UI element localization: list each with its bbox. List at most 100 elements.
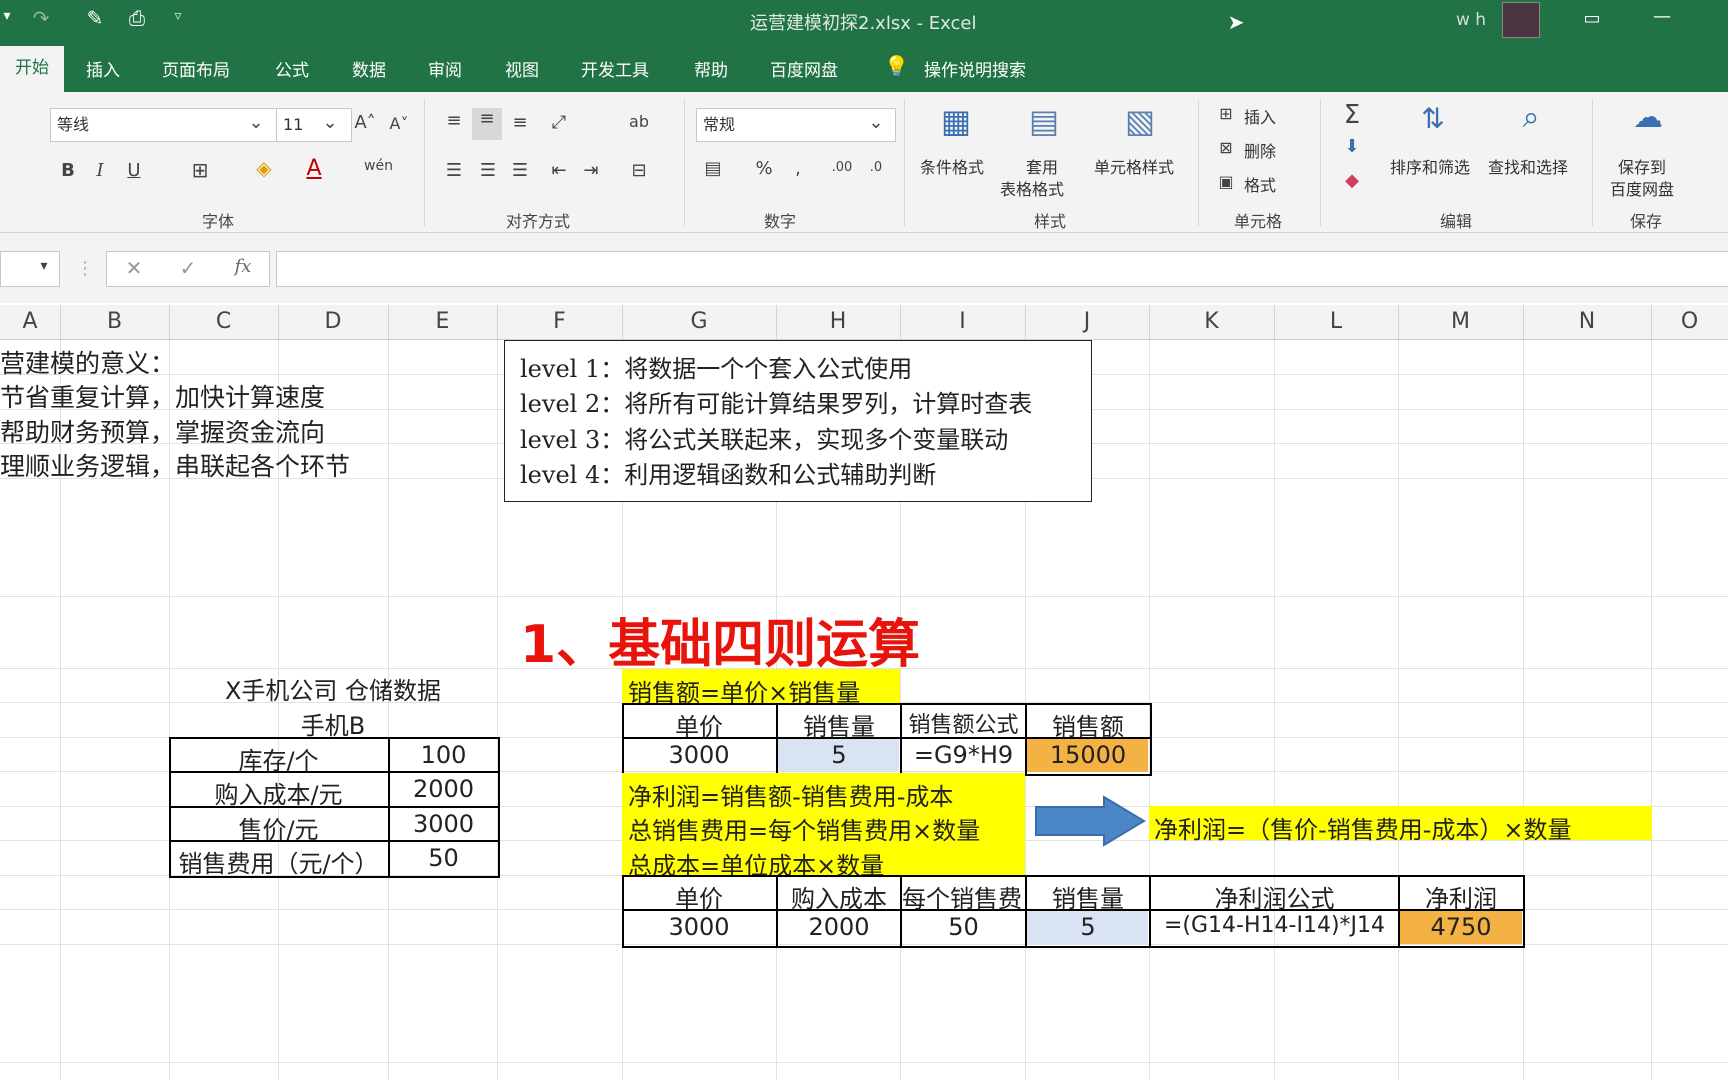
format-cells-button[interactable]: 格式: [1244, 172, 1276, 196]
percent-icon[interactable]: %: [754, 158, 774, 179]
profit-header[interactable]: 购入成本: [778, 879, 900, 911]
autosum-icon[interactable]: Σ: [1338, 100, 1366, 130]
sales-formula-cell[interactable]: =G9*H9: [902, 741, 1025, 773]
cancel-icon[interactable]: ✕: [122, 256, 146, 280]
align-top-icon[interactable]: ≡: [442, 110, 466, 131]
tell-me-search[interactable]: 操作说明搜索: [924, 56, 1026, 81]
delete-cells-button[interactable]: 删除: [1244, 138, 1276, 162]
column-header-b[interactable]: B: [60, 305, 170, 339]
tab-baidu[interactable]: 百度网盘: [770, 56, 838, 81]
profit-cell[interactable]: 3000: [622, 913, 776, 945]
find-select-icon[interactable]: ⌕: [1508, 100, 1554, 135]
formula-input[interactable]: [276, 251, 1728, 287]
table-format-icon[interactable]: ▤: [1022, 102, 1066, 146]
profit-quantity-input[interactable]: 5: [1027, 913, 1149, 945]
column-header-d[interactable]: D: [278, 305, 389, 339]
table-format-label-1[interactable]: 套用: [1026, 154, 1058, 178]
chevron-down-icon[interactable]: ⌄: [246, 112, 266, 133]
baidu-cloud-icon[interactable]: ☁: [1626, 100, 1670, 135]
fill-icon[interactable]: ⬇: [1338, 136, 1366, 157]
chevron-down-icon[interactable]: ▾: [36, 258, 52, 274]
warehouse-value[interactable]: 3000: [390, 810, 497, 842]
cell-styles-icon[interactable]: ▧: [1118, 102, 1162, 146]
column-header-i[interactable]: I: [900, 305, 1026, 339]
tab-insert[interactable]: 插入: [86, 56, 120, 81]
quick-access-dropdown-icon[interactable]: ▾: [0, 8, 14, 24]
insert-cells-icon[interactable]: ⊞: [1214, 104, 1238, 123]
enter-icon[interactable]: ✓: [176, 256, 200, 280]
tab-data[interactable]: 数据: [352, 56, 386, 81]
tab-view[interactable]: 视图: [505, 56, 539, 81]
warehouse-subtitle[interactable]: 手机B: [169, 706, 497, 738]
customize-qat-icon[interactable]: ▿: [168, 8, 188, 24]
redo-icon[interactable]: ↷: [26, 6, 56, 30]
section-title[interactable]: 1、基础四则运算: [520, 602, 920, 677]
format-cells-icon[interactable]: ▣: [1214, 172, 1238, 191]
print-preview-icon[interactable]: ⎙: [122, 6, 152, 30]
align-center-icon[interactable]: ☰: [476, 160, 500, 181]
column-header-h[interactable]: H: [776, 305, 901, 339]
profit-header[interactable]: 净利润公式: [1151, 879, 1398, 911]
increase-font-icon[interactable]: A˄: [354, 112, 376, 133]
profit-note[interactable]: 净利润=销售额-销售费用-成本: [628, 777, 953, 812]
warehouse-label[interactable]: 库存/个: [169, 741, 388, 773]
tab-formulas[interactable]: 公式: [275, 56, 309, 81]
italic-icon[interactable]: I: [90, 160, 110, 181]
align-right-icon[interactable]: ☰: [508, 160, 532, 181]
decrease-indent-icon[interactable]: ⇤: [546, 160, 572, 181]
profit-cell[interactable]: 50: [902, 913, 1025, 945]
profit-header[interactable]: 净利润: [1400, 879, 1522, 911]
warehouse-value[interactable]: 2000: [390, 775, 497, 807]
bold-icon[interactable]: B: [58, 160, 78, 181]
column-header-m[interactable]: M: [1398, 305, 1524, 339]
decrease-font-icon[interactable]: A˅: [388, 114, 410, 133]
wrap-text-icon[interactable]: ab: [626, 112, 652, 131]
intro-line[interactable]: 帮助财务预算，掌握资金流向: [0, 413, 325, 449]
chevron-down-icon[interactable]: ⌄: [866, 112, 886, 133]
tab-developer[interactable]: 开发工具: [581, 56, 649, 81]
clear-icon[interactable]: ◆: [1338, 170, 1366, 191]
warehouse-value[interactable]: 100: [390, 741, 497, 773]
comma-style-icon[interactable]: ,: [788, 158, 808, 179]
intro-line[interactable]: 节省重复计算，加快计算速度: [0, 378, 325, 414]
column-header-e[interactable]: E: [388, 305, 498, 339]
profit-cell[interactable]: 2000: [778, 913, 900, 945]
phonetic-icon[interactable]: wén: [364, 158, 393, 174]
decrease-decimal-icon[interactable]: .0: [862, 160, 890, 175]
sales-result-cell[interactable]: 15000: [1027, 741, 1149, 773]
column-header-l[interactable]: L: [1274, 305, 1399, 339]
insert-function-icon[interactable]: fx: [230, 256, 256, 277]
profit-result-cell[interactable]: 4750: [1400, 913, 1522, 945]
tab-help[interactable]: 帮助: [694, 56, 728, 81]
tab-review[interactable]: 审阅: [428, 56, 462, 81]
profit-header[interactable]: 销售量: [1027, 879, 1149, 911]
column-header-n[interactable]: N: [1523, 305, 1652, 339]
font-size-select[interactable]: 11: [276, 108, 352, 142]
sales-header[interactable]: 销售额: [1027, 707, 1149, 739]
column-header-g[interactable]: G: [622, 305, 777, 339]
merge-center-icon[interactable]: ⊟: [626, 160, 652, 181]
column-header-j[interactable]: J: [1025, 305, 1150, 339]
profit-header[interactable]: 单价: [622, 879, 776, 911]
cell-styles-button[interactable]: 单元格样式: [1094, 154, 1174, 178]
column-header-c[interactable]: C: [169, 305, 279, 339]
sort-filter-button[interactable]: 排序和筛选: [1390, 154, 1470, 178]
sort-filter-icon[interactable]: ⇅: [1410, 102, 1456, 135]
warehouse-label[interactable]: 售价/元: [169, 810, 388, 842]
column-header-a[interactable]: A: [0, 305, 61, 339]
table-format-label-2[interactable]: 表格格式: [1000, 176, 1064, 200]
align-middle-icon[interactable]: ≡: [472, 108, 502, 140]
borders-icon[interactable]: ⊞: [188, 158, 212, 182]
orientation-icon[interactable]: ⤢: [546, 112, 572, 133]
user-name[interactable]: w h: [1456, 10, 1486, 30]
chevron-down-icon[interactable]: ⌄: [320, 112, 340, 133]
profit-note[interactable]: 总销售费用=每个销售费用×数量: [628, 811, 980, 846]
format-painter-icon[interactable]: ✎: [80, 6, 110, 30]
sales-header[interactable]: 单价: [622, 707, 776, 739]
sales-quantity-input[interactable]: 5: [778, 741, 900, 773]
conditional-format-button[interactable]: 条件格式: [920, 154, 984, 178]
increase-indent-icon[interactable]: ⇥: [578, 160, 604, 181]
user-avatar[interactable]: [1502, 2, 1540, 38]
profit-formula-cell[interactable]: =(G14-H14-I14)*J14: [1151, 913, 1398, 945]
profit-header[interactable]: 每个销售费: [902, 879, 1025, 911]
